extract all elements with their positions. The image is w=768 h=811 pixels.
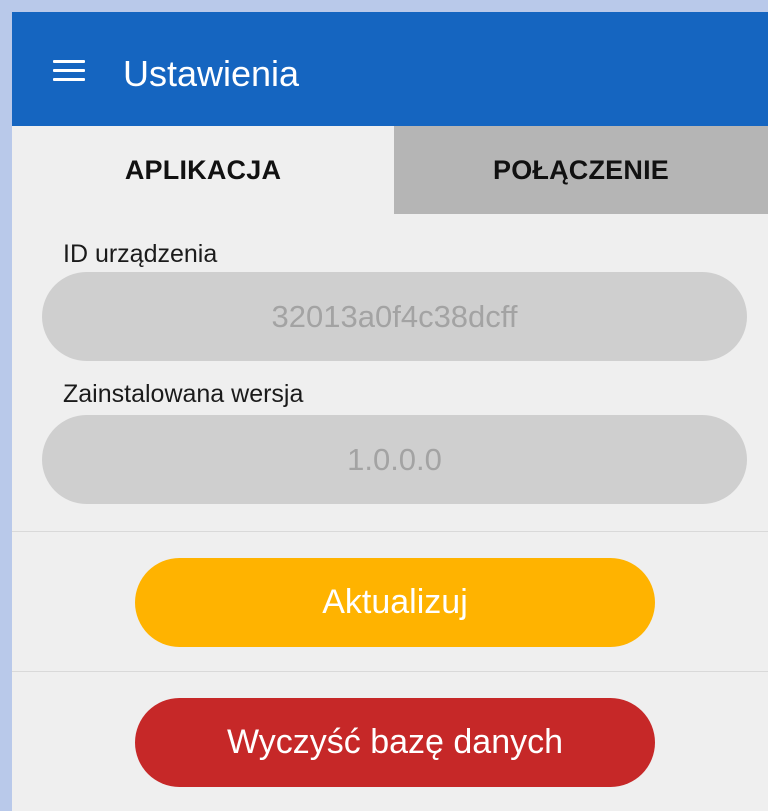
- device-id-label: ID urządzenia: [63, 240, 218, 268]
- tab-application[interactable]: APLIKACJA: [12, 126, 394, 214]
- settings-screen: Ustawienia APLIKACJA POŁĄCZENIE ID urząd…: [12, 12, 768, 811]
- tab-bar: APLIKACJA POŁĄCZENIE: [12, 126, 768, 214]
- hamburger-menu-icon[interactable]: [53, 60, 85, 82]
- device-id-field[interactable]: 32013a0f4c38dcff: [42, 272, 747, 361]
- section-divider: [12, 671, 768, 672]
- tab-connection[interactable]: POŁĄCZENIE: [394, 126, 768, 214]
- clear-database-button[interactable]: Wyczyść bazę danych: [135, 698, 655, 787]
- page-title: Ustawienia: [123, 53, 300, 94]
- section-divider: [12, 531, 768, 532]
- app-bar: Ustawienia: [12, 12, 768, 126]
- installed-version-field[interactable]: 1.0.0.0: [42, 415, 747, 504]
- installed-version-label: Zainstalowana wersja: [63, 380, 304, 408]
- update-button[interactable]: Aktualizuj: [135, 558, 655, 647]
